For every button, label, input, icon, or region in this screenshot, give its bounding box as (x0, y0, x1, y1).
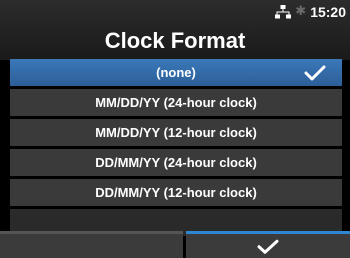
option-ddmmyy-12[interactable]: DD/MM/YY (12-hour clock) (10, 179, 342, 206)
confirm-button[interactable] (186, 231, 350, 258)
back-button[interactable] (0, 231, 183, 258)
clock-time: 15:20 (310, 4, 346, 20)
option-mmddyy-24[interactable]: MM/DD/YY (24-hour clock) (10, 89, 342, 116)
bluetooth-icon: ✱ (295, 4, 307, 19)
status-bar: ✱ 15:20 (275, 4, 346, 20)
page-title: Clock Format (104, 28, 246, 53)
option-label: MM/DD/YY (24-hour clock) (95, 95, 257, 110)
network-icon (275, 5, 292, 19)
option-mmddyy-12[interactable]: MM/DD/YY (12-hour clock) (10, 119, 342, 146)
option-ddmmyy-24[interactable]: DD/MM/YY (24-hour clock) (10, 149, 342, 176)
clock-format-list: (none) MM/DD/YY (24-hour clock) MM/DD/YY… (10, 59, 342, 236)
option-label: DD/MM/YY (24-hour clock) (95, 155, 257, 170)
option-label: (none) (156, 65, 196, 80)
option-none[interactable]: (none) (10, 59, 342, 86)
footer-bar (0, 231, 350, 258)
header-bar: ✱ 15:20 Clock Format (0, 0, 350, 60)
checkmark-icon (257, 239, 279, 254)
checkmark-icon (304, 65, 326, 80)
option-label: DD/MM/YY (12-hour clock) (95, 185, 257, 200)
option-label: MM/DD/YY (12-hour clock) (95, 125, 257, 140)
printer-screen: ✱ 15:20 Clock Format (none) MM/DD/YY (24… (0, 0, 350, 258)
